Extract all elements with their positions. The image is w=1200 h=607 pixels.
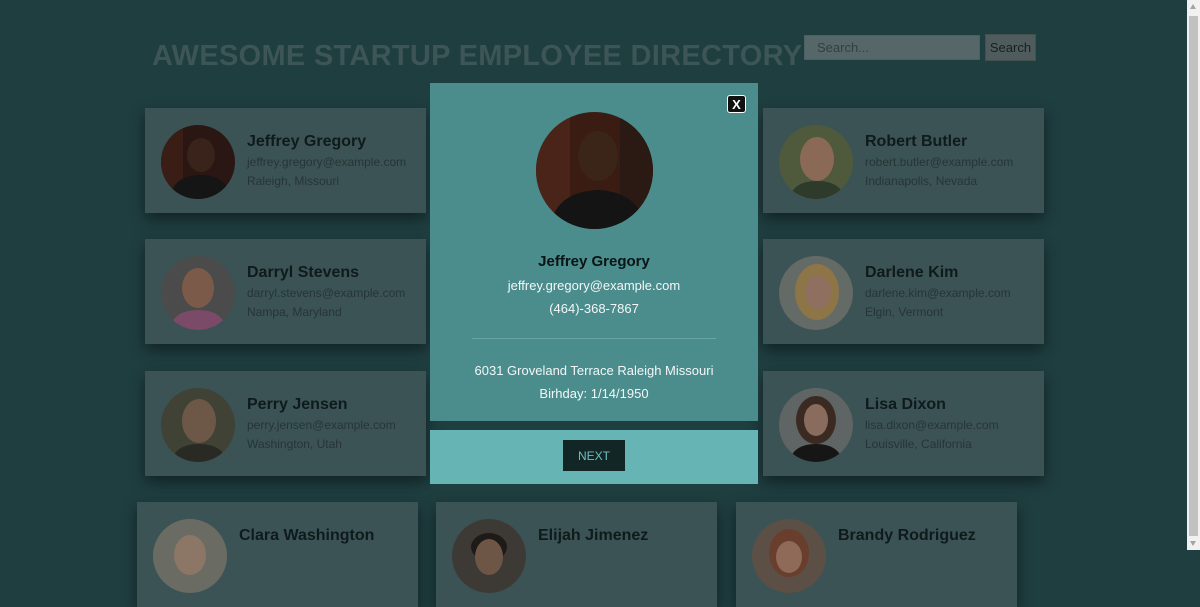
avatar <box>779 125 853 199</box>
search-input[interactable] <box>804 35 980 60</box>
modal-employee-name: Jeffrey Gregory <box>538 253 650 270</box>
scroll-up-arrow-icon[interactable] <box>1190 4 1196 9</box>
next-button[interactable]: NEXT <box>563 440 625 471</box>
avatar <box>779 388 853 462</box>
employee-email: jeffrey.gregory@example.com <box>247 155 407 169</box>
employee-location: Washington, Utah <box>247 437 342 451</box>
employee-name: Robert Butler <box>865 133 968 150</box>
modal-employee-phone: (464)-368-7867 <box>549 301 639 316</box>
employee-location: Elgin, Vermont <box>865 305 944 319</box>
employee-card[interactable]: Perry Jensen perry.jensen@example.com Wa… <box>145 371 426 476</box>
employee-card[interactable]: Robert Butler robert.butler@example.com … <box>763 108 1044 213</box>
employee-email: darryl.stevens@example.com <box>247 286 406 300</box>
employee-name: Clara Washington <box>239 527 375 544</box>
employee-name: Darryl Stevens <box>247 264 360 281</box>
employee-card[interactable]: Lisa Dixon lisa.dixon@example.com Louisv… <box>763 371 1044 476</box>
avatar <box>153 519 227 593</box>
scrollbar-thumb[interactable] <box>1189 16 1198 536</box>
avatar <box>161 125 235 199</box>
employee-location: Raleigh, Missouri <box>247 174 340 188</box>
employee-name: Lisa Dixon <box>865 396 946 413</box>
employee-name: Elijah Jimenez <box>538 527 649 544</box>
modal-divider <box>472 338 716 339</box>
modal-employee-birthday: Birhday: 1/14/1950 <box>539 386 649 401</box>
employee-name: Perry Jensen <box>247 396 348 413</box>
employee-name: Jeffrey Gregory <box>247 133 367 150</box>
modal-employee-email: jeffrey.gregory@example.com <box>507 278 681 293</box>
employee-email: perry.jensen@example.com <box>247 418 396 432</box>
employee-card[interactable]: Darryl Stevens darryl.stevens@example.co… <box>145 239 426 344</box>
avatar <box>752 519 826 593</box>
modal-employee-address: 6031 Groveland Terrace Raleigh Missouri <box>474 363 714 378</box>
employee-directory-page: AWESOME STARTUP EMPLOYEE DIRECTORY Searc… <box>0 0 1200 607</box>
employee-location: Louisville, California <box>865 437 972 451</box>
employee-email: darlene.kim@example.com <box>865 286 1011 300</box>
avatar <box>161 388 235 462</box>
employee-name: Darlene Kim <box>865 264 959 281</box>
employee-email: robert.butler@example.com <box>865 155 1014 169</box>
avatar <box>452 519 526 593</box>
search-button[interactable]: Search <box>985 34 1036 61</box>
employee-card[interactable]: Brandy Rodriguez <box>736 502 1017 607</box>
modal-avatar <box>536 112 653 229</box>
employee-location: Indianapolis, Nevada <box>865 174 978 188</box>
scroll-down-arrow-icon[interactable] <box>1190 541 1196 546</box>
employee-card[interactable]: Elijah Jimenez <box>436 502 717 607</box>
employee-card[interactable]: Darlene Kim darlene.kim@example.com Elgi… <box>763 239 1044 344</box>
avatar <box>161 256 235 330</box>
employee-location: Nampa, Maryland <box>247 305 342 319</box>
employee-card[interactable]: Jeffrey Gregory jeffrey.gregory@example.… <box>145 108 426 213</box>
employee-name: Brandy Rodriguez <box>838 527 976 544</box>
avatar <box>779 256 853 330</box>
employee-email: lisa.dixon@example.com <box>865 418 999 432</box>
close-modal-button[interactable]: X <box>727 95 746 113</box>
page-title: AWESOME STARTUP EMPLOYEE DIRECTORY <box>152 40 803 72</box>
employee-card[interactable]: Clara Washington <box>137 502 418 607</box>
